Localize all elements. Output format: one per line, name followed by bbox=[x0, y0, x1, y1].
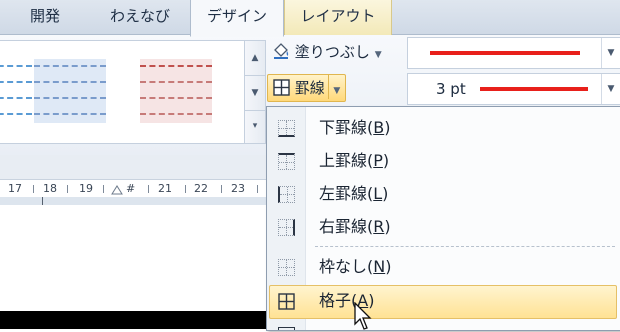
menu-item-bottom-border[interactable]: 下罫線(B) bbox=[269, 112, 619, 144]
ruler-number: 22 bbox=[194, 182, 208, 195]
paint-bucket-icon bbox=[274, 43, 289, 59]
mouse-cursor-icon bbox=[354, 302, 372, 330]
menu-item-no-border[interactable]: 枠なし(N) bbox=[269, 251, 619, 283]
left-border-icon bbox=[278, 186, 295, 203]
indent-marker-icon[interactable] bbox=[111, 183, 123, 195]
ruler-number: 18 bbox=[43, 182, 57, 195]
borders-label: 罫線 bbox=[294, 79, 325, 97]
borders-dropdown-icon[interactable]: ▼ bbox=[327, 75, 345, 99]
pen-weight-preview bbox=[480, 87, 588, 91]
gallery-scroll: ▲ ▼ ▾ bbox=[244, 40, 266, 144]
shading-label: 塗りつぶし bbox=[294, 43, 370, 61]
menu-item-left-border[interactable]: 左罫線(L) bbox=[269, 178, 619, 210]
right-border-icon bbox=[278, 219, 295, 236]
menu-item-label: 左罫線(L) bbox=[319, 184, 389, 203]
ruler-number: 19 bbox=[79, 182, 93, 195]
pen-weight-dropdown-icon[interactable]: ▼ bbox=[601, 74, 620, 104]
tab-developer[interactable]: 開発 bbox=[20, 0, 70, 34]
borders-button[interactable]: 罫線 ▼ bbox=[267, 74, 346, 102]
menu-item-all-borders[interactable]: 格子(A) bbox=[269, 285, 617, 319]
ruler-lower-band bbox=[0, 197, 270, 205]
pen-weight-value: 3 pt bbox=[436, 80, 466, 98]
ribbon-tab-row: 開発 わえなび デザイン レイアウト bbox=[0, 0, 620, 37]
pen-style-select[interactable]: ▼ bbox=[407, 37, 620, 69]
tab-design[interactable]: デザイン bbox=[190, 0, 284, 37]
menu-item-label: 枠なし(N) bbox=[319, 257, 392, 276]
menu-item-label: 右罫線(R) bbox=[319, 217, 391, 236]
horizontal-ruler[interactable]: 17 18 19 # 21 22 23 bbox=[0, 179, 270, 199]
gallery-down-icon[interactable]: ▼ bbox=[245, 76, 265, 111]
gallery-more-icon[interactable]: ▾ bbox=[245, 109, 265, 143]
ruler-column-marker: # bbox=[126, 182, 136, 195]
menu-item-label: 下罫線(B) bbox=[319, 118, 391, 137]
bottom-border-icon bbox=[278, 120, 295, 137]
pen-style-dropdown-icon[interactable]: ▼ bbox=[601, 38, 620, 68]
table-style-swatch-3[interactable] bbox=[140, 59, 212, 123]
no-border-icon bbox=[278, 259, 295, 276]
menu-item-label: 上罫線(P) bbox=[319, 151, 390, 170]
ribbon-bottom-area bbox=[0, 155, 270, 179]
table-style-gallery[interactable] bbox=[0, 40, 245, 144]
menu-item-partial[interactable] bbox=[269, 319, 619, 330]
table-style-swatch-1[interactable] bbox=[0, 59, 32, 123]
tab-layout[interactable]: レイアウト bbox=[284, 0, 392, 35]
ruler-number: 21 bbox=[158, 182, 172, 195]
document-black-area bbox=[0, 311, 270, 329]
ruler-number: 17 bbox=[8, 182, 22, 195]
shading-dropdown-icon[interactable]: ▼ bbox=[375, 50, 382, 60]
top-border-icon bbox=[278, 153, 295, 170]
borders-dropdown-menu: 下罫線(B) 上罫線(P) 左罫線(L) 右罫線(R) 枠なし(N) 格子(A) bbox=[266, 106, 620, 331]
all-borders-icon bbox=[278, 293, 295, 310]
gallery-up-icon[interactable]: ▲ bbox=[245, 41, 265, 76]
grid-border-icon bbox=[273, 79, 290, 96]
menu-item-top-border[interactable]: 上罫線(P) bbox=[269, 145, 619, 177]
pen-style-preview bbox=[430, 51, 580, 55]
table-style-swatch-2[interactable] bbox=[34, 59, 106, 123]
menu-separator bbox=[315, 246, 615, 247]
pen-weight-select[interactable]: 3 pt ▼ bbox=[407, 73, 620, 105]
shading-button[interactable]: 塗りつぶし ▼ bbox=[272, 39, 382, 65]
ruler-number: 23 bbox=[231, 182, 245, 195]
tab-waenavi[interactable]: わえなび bbox=[95, 0, 185, 34]
menu-item-right-border[interactable]: 右罫線(R) bbox=[269, 211, 619, 243]
